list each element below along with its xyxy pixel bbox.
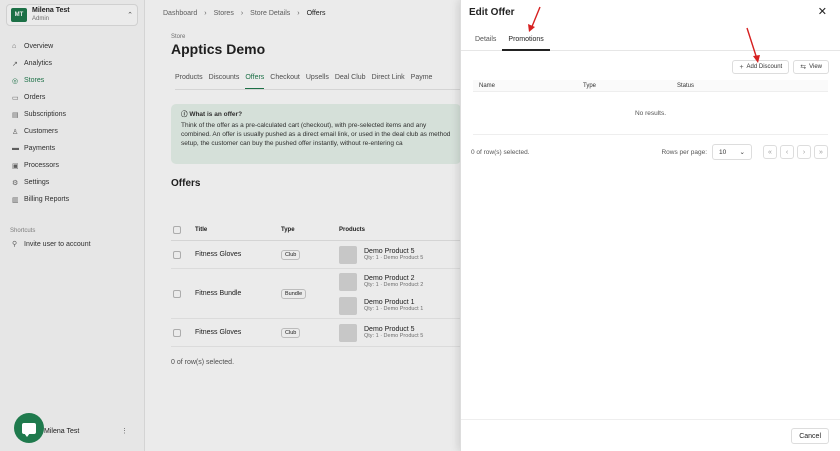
selected-count: 0 of row(s) selected. [471,148,530,156]
last-page-button[interactable]: » [814,145,828,159]
annotation-arrow-add-discount [746,27,760,63]
rows-per-page-select[interactable]: 10 ⌄ [712,144,752,160]
rows-per-page-label: Rows per page: [661,148,707,156]
chevron-down-icon: ⌄ [739,149,745,156]
table-actions: + Add Discount ⇆ View [461,60,840,74]
pagination: 0 of row(s) selected. Rows per page: 10 ⌄… [471,144,828,160]
sheet-title: Edit Offer [469,6,515,18]
empty-state: No results. [634,109,667,117]
previous-page-button[interactable]: ‹ [780,145,794,159]
view-button[interactable]: ⇆ View [793,60,829,74]
view-label: View [809,64,822,70]
promotions-table: Name Type Status No results. [473,80,828,135]
first-page-button[interactable]: « [763,145,777,159]
column-type: Type [583,82,597,89]
sliders-icon: ⇆ [800,64,807,71]
column-status: Status [677,82,695,89]
rows-per-page-value: 10 [719,148,727,156]
sheet-tabs: Details Promotions [461,31,840,51]
cancel-button[interactable]: Cancel [791,428,829,444]
next-page-button[interactable]: › [797,145,811,159]
chat-button[interactable] [14,413,44,443]
edit-offer-sheet: Edit Offer ✕ Details Promotions + Add Dis… [460,0,840,451]
close-icon[interactable]: ✕ [818,5,827,18]
column-name: Name [479,82,496,89]
chat-icon [22,422,36,437]
tab-details[interactable]: Details [475,31,496,50]
annotation-arrow-promotions [528,6,541,32]
sheet-footer: Cancel [461,419,840,451]
table-header: Name Type Status [473,80,828,92]
